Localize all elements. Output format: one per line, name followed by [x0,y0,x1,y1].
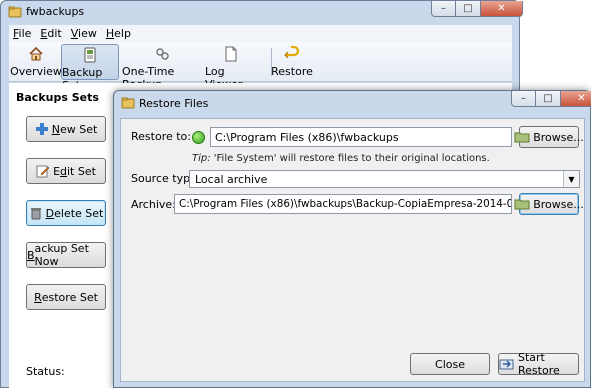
toolbar-restore-button[interactable]: Restore [271,44,313,80]
main-maximize-button[interactable]: □ [456,1,481,17]
delete-set-button[interactable]: Delete Set [26,200,106,226]
status-ok-icon [192,131,205,144]
toolbar-overview-button[interactable]: Overview [10,44,62,80]
new-set-label: ew Set [59,122,98,136]
toolbar-overview-label: Overview [10,65,62,78]
backup-set-now-accel: B [27,248,35,262]
restore-set-accel: R [34,290,42,304]
delete-set-label: elete Set [54,206,104,220]
menu-help-label: elp [114,27,131,40]
archive-browse-label: Browse... [533,197,584,211]
start-restore-label: Start Restore [518,351,560,377]
edit-pencil-icon [36,164,50,178]
archive-field[interactable]: C:\Program Files (x86)\fwbackups\Backup-… [174,194,512,214]
edit-set-button[interactable]: Ed it Set [26,158,106,184]
menu-view[interactable]: View [71,27,97,40]
toolbar-restore-label: Restore [271,65,313,78]
backup-set-now-label: ackup Set Now [34,242,89,268]
menu-view-accel: V [70,27,79,40]
one-time-backup-icon [154,46,170,62]
edit-set-prefix: E [53,164,61,178]
menu-bar: File Edit View Help [9,25,512,42]
new-set-button[interactable]: New Set [26,116,106,142]
backup-sets-icon [82,47,98,63]
fwbackups-app-icon [8,6,22,18]
main-caption-buttons: – □ ✕ [431,1,523,17]
toolbar-log-viewer-button[interactable]: Log Viewer [205,44,257,91]
restore-tip: Tip: 'File System' will restore files to… [192,153,490,164]
minimize-icon: – [441,3,446,14]
restore-set-button[interactable]: Restore Set [26,284,106,310]
restore-to-field[interactable]: C:\Program Files (x86)\fwbackups [210,127,512,147]
minimize-icon: – [521,93,526,104]
toolbar-backup-sets-button[interactable]: Backup Sets [61,44,119,92]
source-type-value: Local archive [195,173,268,186]
dialog-minimize-button[interactable]: – [511,91,536,107]
main-window-title: fwbackups [26,5,85,18]
log-document-icon [223,46,239,62]
source-type-select[interactable]: Local archive ▼ [189,170,580,188]
tip-text: 'File System' will restore files to thei… [210,153,490,164]
menu-help[interactable]: Help [106,27,131,40]
dialog-caption-buttons: – □ ✕ [511,91,591,107]
trash-can-icon [29,206,43,220]
tip-prefix: Tip: [192,153,211,164]
edit-set-accel: d [60,164,67,178]
dialog-body: Restore to: C:\Program Files (x86)\fwbac… [120,118,585,382]
archive-browse-button[interactable]: Browse... [514,193,584,215]
delete-set-accel: D [45,206,55,220]
close-icon: ✕ [497,3,506,14]
menu-edit-label: dit [47,27,62,40]
restore-set-label: estore Set [41,290,98,304]
backup-sets-heading: Backups Sets [16,91,99,104]
menu-help-accel: H [105,27,115,40]
maximize-icon: □ [463,3,473,14]
dialog-close-button[interactable]: ✕ [561,91,591,107]
main-titlebar: fwbackups – □ ✕ [1,1,523,23]
toolbar: Overview Backup Sets One-Time Backup Log… [9,42,512,92]
restore-to-browse-button[interactable]: Browse... [514,126,584,148]
dialog-title: Restore Files [139,97,209,110]
archive-label: Archive: [131,198,176,211]
start-restore-button[interactable]: Start Restore [498,351,579,377]
restore-to-label: Restore to: [131,130,191,143]
menu-file[interactable]: File [13,27,31,40]
folder-icon [514,131,530,143]
edit-set-label: it Set [67,164,96,178]
dialog-app-icon [121,97,135,109]
close-icon: ✕ [577,93,586,104]
toolbar-one-time-backup-button[interactable]: One-Time Backup [122,44,202,91]
main-minimize-button[interactable]: – [431,1,456,17]
status-label: Status: [26,365,65,378]
start-restore-icon [499,358,515,370]
restore-arrow-icon [284,46,300,62]
main-close-button[interactable]: ✕ [481,1,523,17]
backup-set-now-button[interactable]: Backup Set Now [26,242,106,268]
folder-icon [514,198,530,210]
menu-edit[interactable]: Edit [40,27,61,40]
close-button[interactable]: Close [410,353,490,375]
plus-icon [35,122,49,136]
maximize-icon: □ [543,93,553,104]
menu-file-label: ile [18,27,32,40]
dialog-maximize-button[interactable]: □ [536,91,561,107]
new-set-accel: N [51,122,60,136]
home-icon [28,46,44,62]
menu-view-label: iew [78,27,97,40]
restore-to-browse-label: Browse... [533,130,584,144]
close-button-label: Close [435,357,465,371]
restore-files-dialog: Restore Files – □ ✕ Restore to: C:\Progr… [113,90,591,388]
chevron-down-icon[interactable]: ▼ [563,171,579,187]
